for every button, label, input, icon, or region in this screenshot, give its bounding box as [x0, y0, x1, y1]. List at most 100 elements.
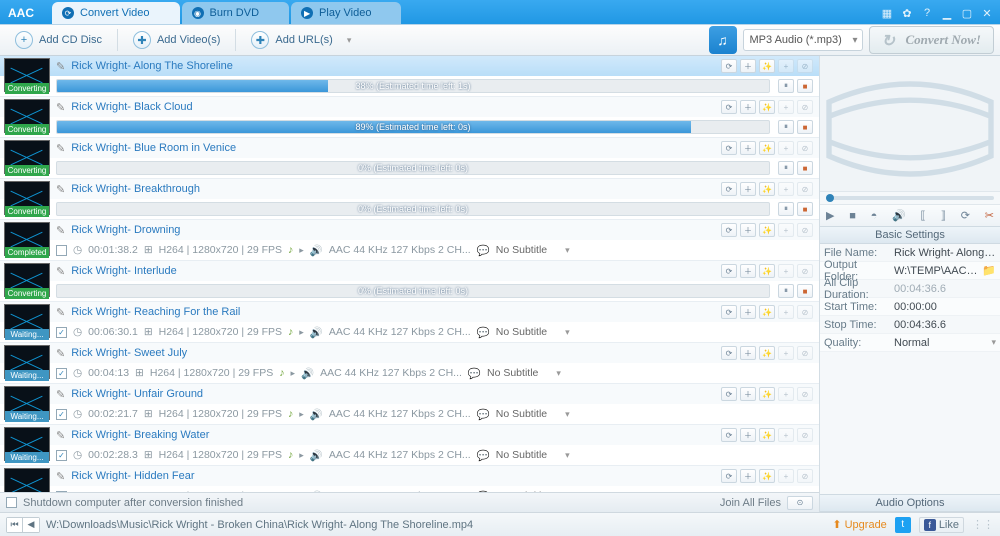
add-item-icon[interactable]: ＋	[740, 182, 756, 196]
audio-track-icon[interactable]: ♪	[288, 490, 293, 492]
plus-icon[interactable]: +	[778, 141, 794, 155]
refresh-item-icon[interactable]: ⟳	[721, 387, 737, 401]
property-value[interactable]: Rick Wright- Along The Sh...	[894, 247, 996, 259]
edit-icon[interactable]: ✎	[56, 101, 65, 114]
refresh-item-icon[interactable]: ⟳	[721, 141, 737, 155]
refresh-item-icon[interactable]: ⟳	[721, 223, 737, 237]
list-item[interactable]: Waiting...✎Rick Wright- Breaking Water⟳＋…	[0, 425, 819, 466]
item-checkbox[interactable]: ✓	[56, 409, 67, 420]
edit-icon[interactable]: ✎	[56, 265, 65, 278]
folder-icon[interactable]: 📁	[982, 264, 996, 277]
subtitle-icon[interactable]: 💬	[477, 449, 490, 462]
stop-icon[interactable]: ■	[849, 210, 856, 222]
edit-icon[interactable]: ✎	[56, 60, 65, 73]
refresh-item-icon[interactable]: ⟳	[721, 182, 737, 196]
plus-icon[interactable]: +	[778, 182, 794, 196]
edit-icon[interactable]: ✎	[56, 347, 65, 360]
list-item[interactable]: Waiting...✎Rick Wright- Hidden Fear⟳＋✨+⊘…	[0, 466, 819, 492]
nav-prev-icon[interactable]: ◀	[23, 518, 39, 532]
refresh-item-icon[interactable]: ⟳	[721, 428, 737, 442]
twitter-icon[interactable]: t	[895, 517, 911, 533]
convert-now-button[interactable]: ↻Convert Now!	[869, 26, 994, 54]
tab-convert-video[interactable]: ⟳Convert Video	[52, 2, 180, 24]
add-item-icon[interactable]: ＋	[740, 428, 756, 442]
effects-item-icon[interactable]: ✨	[759, 428, 775, 442]
item-checkbox[interactable]: ✓	[56, 327, 67, 338]
refresh-item-icon[interactable]: ⟳	[721, 305, 737, 319]
upgrade-link[interactable]: ⬆ Upgrade	[832, 518, 886, 531]
audio-track-icon[interactable]: ♪	[288, 244, 293, 256]
remove-item-icon[interactable]: ⊘	[797, 428, 813, 442]
add-item-icon[interactable]: ＋	[740, 469, 756, 483]
effects-item-icon[interactable]: ✨	[759, 305, 775, 319]
edit-icon[interactable]: ✎	[56, 142, 65, 155]
add-cd-button[interactable]: +Add CD Disc	[6, 28, 111, 52]
effects-item-icon[interactable]: ✨	[759, 469, 775, 483]
close-icon[interactable]: ✕	[980, 6, 994, 20]
pause-icon[interactable]: ⏸	[778, 202, 794, 216]
refresh-item-icon[interactable]: ⟳	[721, 100, 737, 114]
item-checkbox[interactable]: ✓	[56, 491, 67, 493]
subtitle-icon[interactable]: 💬	[477, 408, 490, 421]
loop-icon[interactable]: ⟳	[961, 209, 970, 222]
nav-first-icon[interactable]: ⏮	[7, 518, 23, 532]
refresh-item-icon[interactable]: ⟳	[721, 346, 737, 360]
plus-icon[interactable]: +	[778, 264, 794, 278]
effects-item-icon[interactable]: ✨	[759, 182, 775, 196]
tab-burn-dvd[interactable]: ◉Burn DVD	[182, 2, 290, 24]
item-checkbox[interactable]: ✓	[56, 368, 67, 379]
settings-icon[interactable]: ✿	[900, 6, 914, 20]
audio-track-icon[interactable]: ♪	[288, 449, 293, 461]
property-value[interactable]: 00:00:00	[894, 301, 996, 313]
list-item[interactable]: Waiting...✎Rick Wright- Reaching For the…	[0, 302, 819, 343]
subtitle-select[interactable]: No Subtitle	[496, 449, 570, 461]
subtitle-select[interactable]: No Subtitle	[487, 367, 561, 379]
output-format-select[interactable]: MP3 Audio (*.mp3)	[743, 29, 863, 51]
add-item-icon[interactable]: ＋	[740, 100, 756, 114]
remove-item-icon[interactable]: ⊘	[797, 264, 813, 278]
chevron-icon[interactable]: ▸	[299, 450, 304, 461]
pause-icon[interactable]: ⏸	[778, 120, 794, 134]
effects-item-icon[interactable]: ✨	[759, 59, 775, 73]
remove-item-icon[interactable]: ⊘	[797, 59, 813, 73]
bracket-right-icon[interactable]: ⟧	[941, 209, 946, 222]
subtitle-icon[interactable]: 💬	[477, 244, 490, 257]
stop-icon[interactable]: ■	[797, 202, 813, 216]
remove-item-icon[interactable]: ⊘	[797, 387, 813, 401]
list-item[interactable]: Converting✎Rick Wright- Interlude⟳＋✨+⊘0%…	[0, 261, 819, 302]
subtitle-icon[interactable]: 💬	[477, 490, 490, 493]
refresh-item-icon[interactable]: ⟳	[721, 469, 737, 483]
add-url-button[interactable]: ✚Add URL(s)▾	[242, 28, 360, 52]
add-item-icon[interactable]: ＋	[740, 305, 756, 319]
bracket-left-icon[interactable]: ⟦	[920, 209, 925, 222]
edit-icon[interactable]: ✎	[56, 429, 65, 442]
subtitle-select[interactable]: No Subtitle	[496, 326, 570, 338]
plus-icon[interactable]: +	[778, 100, 794, 114]
list-item[interactable]: Converting✎Rick Wright- Black Cloud⟳＋✨+⊘…	[0, 97, 819, 138]
join-switch[interactable]: ⊙	[787, 496, 813, 510]
property-value[interactable]: W:\TEMP\AAC\MP3	[894, 265, 978, 277]
property-select[interactable]: Normal	[894, 337, 996, 349]
chevron-icon[interactable]: ▸	[299, 245, 304, 256]
minimize-icon[interactable]: ▁	[940, 6, 954, 20]
pause-icon[interactable]: ⏸	[778, 79, 794, 93]
remove-item-icon[interactable]: ⊘	[797, 469, 813, 483]
stop-icon[interactable]: ■	[797, 79, 813, 93]
effects-item-icon[interactable]: ✨	[759, 387, 775, 401]
plus-icon[interactable]: +	[778, 469, 794, 483]
list-item[interactable]: Waiting...✎Rick Wright- Unfair Ground⟳＋✨…	[0, 384, 819, 425]
remove-item-icon[interactable]: ⊘	[797, 141, 813, 155]
refresh-item-icon[interactable]: ⟳	[721, 59, 737, 73]
add-video-button[interactable]: ✚Add Video(s)	[124, 28, 229, 52]
remove-item-icon[interactable]: ⊘	[797, 223, 813, 237]
edit-icon[interactable]: ✎	[56, 183, 65, 196]
snapshot-icon[interactable]: ◓	[871, 210, 878, 222]
subtitle-select[interactable]: No Subtitle	[496, 244, 570, 256]
tab-play-video[interactable]: ▶Play Video	[291, 2, 401, 24]
chevron-icon[interactable]: ▸	[299, 327, 304, 338]
remove-item-icon[interactable]: ⊘	[797, 182, 813, 196]
item-checkbox[interactable]	[56, 245, 67, 256]
maximize-icon[interactable]: ▢	[960, 6, 974, 20]
effects-item-icon[interactable]: ✨	[759, 346, 775, 360]
subtitle-icon[interactable]: 💬	[468, 367, 481, 380]
